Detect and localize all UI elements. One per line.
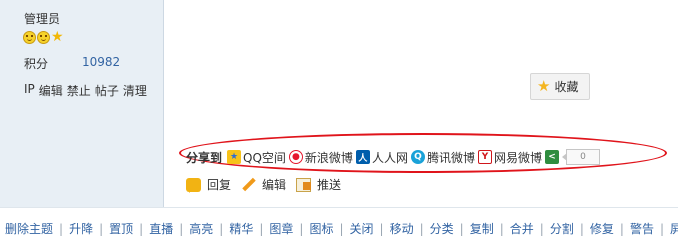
renren-icon: 人 [355,150,370,164]
mod-move[interactable]: 移动 [390,220,414,237]
points-label: 积分 [24,57,49,71]
reply-button[interactable]: 回复 [186,176,231,193]
star-icon: ★ [537,77,551,95]
clean-link[interactable]: 清理 [123,82,147,99]
author-sidebar: 管理员 ★ 积分 10982 IP 编辑 禁止 帖子 清理 [0,0,164,208]
tencent-weibo-icon: Q [410,150,425,164]
divider [0,207,678,208]
mod-highlight[interactable]: 高亮 [189,220,213,237]
qzone-icon: ★ [227,150,242,164]
mod-sticky[interactable]: 置顶 [109,220,133,237]
netease-icon: Y [477,150,492,164]
push-button[interactable]: 推送 [296,176,341,193]
posts-link[interactable]: 帖子 [95,82,119,99]
username[interactable]: 管理员 [24,10,60,27]
share-qzone[interactable]: ★ QQ空间 [227,149,286,166]
share-title: 分享到 [186,150,223,165]
weibo-icon: ● [288,150,303,164]
mod-stamp[interactable]: 图章 [269,220,293,237]
share-tencent-weibo-label: 腾讯微博 [426,150,475,165]
push-label: 推送 [317,178,342,192]
post-actions: 回复 编辑 推送 [186,176,341,193]
edit-button[interactable]: 编辑 [241,176,286,193]
mod-close[interactable]: 关闭 [350,220,374,237]
ip-link[interactable]: IP [24,82,35,99]
share-icon: < [544,150,559,164]
reply-icon [186,177,201,193]
favorite-button[interactable]: ★ 收藏 [530,73,590,100]
ban-link[interactable]: 禁止 [67,82,91,99]
share-renren[interactable]: 人 人人网 [355,149,408,166]
mod-copy[interactable]: 复制 [470,220,494,237]
points-value[interactable]: 10982 [82,55,120,69]
edit-label: 编辑 [262,178,287,192]
mod-warn[interactable]: 警告 [630,220,654,237]
edit-user-link[interactable]: 编辑 [39,82,63,99]
pencil-icon [241,178,256,192]
share-tencent-weibo[interactable]: Q 腾讯微博 [410,149,475,166]
moderation-bar: 删除主题 | 升降 | 置顶 | 直播 | 高亮 | 精华 | 图章 | 图标 | 关闭 | 移动… [5,220,678,237]
mod-merge[interactable]: 合并 [510,220,534,237]
mod-icon[interactable]: 图标 [309,220,333,237]
mod-delete-thread[interactable]: 删除主题 [5,220,53,237]
reply-label: 回复 [207,178,232,192]
rank-badges: ★ [23,29,64,45]
share-bar: 分享到 ★ QQ空间 ● 新浪微博 人 人人网 Q 腾讯微博 Y 网易微博 < … [186,148,600,166]
mod-digest[interactable]: 精华 [229,220,253,237]
admin-links: IP 编辑 禁止 帖子 清理 [24,82,147,99]
share-sina-weibo-label: 新浪微博 [304,150,353,165]
smiley-icon [37,31,50,44]
share-sina-weibo[interactable]: ● 新浪微博 [288,149,353,166]
mod-split[interactable]: 分割 [550,220,574,237]
share-netease-weibo-label: 网易微博 [493,150,542,165]
mod-live[interactable]: 直播 [149,220,173,237]
mod-category[interactable]: 分类 [430,220,454,237]
share-netease-weibo[interactable]: Y 网易微博 [477,149,542,166]
mod-repair[interactable]: 修复 [590,220,614,237]
mod-bump[interactable]: 升降 [69,220,93,237]
push-icon [296,177,312,192]
mod-block[interactable]: 屏蔽 [670,220,678,237]
star-icon: ★ [51,29,64,45]
share-count: 0 [561,149,600,165]
share-qzone-label: QQ空间 [243,150,286,165]
share-more[interactable]: < [544,150,561,164]
favorite-label: 收藏 [554,80,579,94]
share-renren-label: 人人网 [371,150,408,165]
smiley-icon [23,31,36,44]
